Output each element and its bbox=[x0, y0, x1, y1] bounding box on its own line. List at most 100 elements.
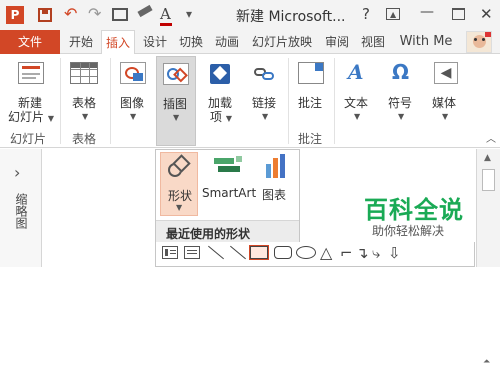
oval-shape-icon[interactable] bbox=[296, 246, 316, 259]
illustrations-icon bbox=[163, 63, 189, 85]
vertical-scrollbar[interactable]: ▲ ⏶ bbox=[476, 149, 500, 367]
rectangle-shape-icon[interactable] bbox=[250, 246, 268, 259]
customize-toolbar-dropdown-icon[interactable]: ▾ bbox=[186, 7, 192, 21]
ribbon-tabs: 文件 开始 插入 设计 切换 动画 幻灯片放映 审阅 视图 With Me bbox=[0, 30, 500, 55]
smartart-button[interactable]: SmartArt bbox=[202, 152, 256, 200]
ribbon-insert: 新建 幻灯片 ▼ 幻灯片 表格 ▼ 表格 图像 ▼ 插图 ▼ 加载 项 ▼ 链接… bbox=[0, 54, 500, 148]
table-label: 表格 bbox=[72, 96, 97, 110]
illustrations-button[interactable]: 插图 ▼ bbox=[156, 56, 196, 146]
shapes-icon bbox=[168, 154, 191, 179]
font-color-letter: A bbox=[160, 5, 171, 23]
maximize-button[interactable] bbox=[452, 8, 465, 20]
window-title: 新建 Microsoft... bbox=[236, 9, 346, 25]
user-avatar[interactable] bbox=[466, 31, 492, 53]
tab-slideshow[interactable]: 幻灯片放映 bbox=[246, 30, 318, 54]
tab-review[interactable]: 审阅 bbox=[320, 30, 354, 54]
vertical-textbox-shape-icon[interactable] bbox=[184, 246, 200, 259]
chart-label: 图表 bbox=[262, 188, 287, 202]
table-button[interactable]: 表格 ▼ bbox=[64, 56, 108, 126]
illustrations-dropdown-icon: ▼ bbox=[173, 113, 180, 122]
minimize-button[interactable]: — bbox=[420, 4, 434, 20]
links-button[interactable]: 链接 ▼ bbox=[246, 56, 286, 126]
shapes-button[interactable]: 形状 ▼ bbox=[160, 152, 198, 216]
tab-transitions[interactable]: 切换 bbox=[174, 30, 208, 54]
scroll-up-icon[interactable]: ▲ bbox=[484, 153, 491, 163]
watermark-subtitle: 助你轻松解决 bbox=[372, 224, 445, 238]
scroll-thumb[interactable] bbox=[482, 169, 495, 191]
powerpoint-logo-icon: P bbox=[6, 6, 24, 24]
watermark-title: 百科全说 bbox=[364, 196, 464, 224]
omega-icon: Ω bbox=[392, 60, 410, 84]
tab-with-me[interactable]: With Me bbox=[394, 30, 458, 54]
links-dropdown-icon: ▼ bbox=[262, 112, 269, 121]
save-icon[interactable] bbox=[38, 8, 52, 22]
right-angle-connector-icon[interactable]: ⌐ bbox=[340, 244, 353, 262]
symbols-dropdown-icon: ▼ bbox=[398, 112, 405, 121]
addins-button[interactable]: 加载 项 ▼ bbox=[202, 56, 242, 142]
arrow-line-shape-icon[interactable] bbox=[230, 245, 246, 260]
tab-design[interactable]: 设计 bbox=[138, 30, 172, 54]
recent-shapes-row: △ ⌐ ↴ ⤷ ⇩ bbox=[155, 242, 475, 267]
ribbon-display-options-icon[interactable]: ▲ bbox=[386, 8, 400, 20]
group-slides-label: 幻灯片 bbox=[10, 132, 47, 146]
tab-home[interactable]: 开始 bbox=[64, 30, 98, 54]
scroll-page-up-icon[interactable]: ⏶ bbox=[483, 357, 490, 367]
links-label: 链接 bbox=[252, 96, 277, 110]
thumbnail-pane-label: 缩略图 bbox=[14, 193, 28, 229]
close-button[interactable]: ✕ bbox=[480, 5, 493, 23]
text-button[interactable]: A 文本 ▼ bbox=[338, 56, 378, 126]
curved-connector-icon[interactable]: ⤷ bbox=[372, 244, 380, 262]
comment-button[interactable]: 批注 bbox=[292, 56, 332, 126]
text-icon: A bbox=[348, 60, 364, 84]
comment-icon bbox=[298, 62, 324, 84]
image-dropdown-icon: ▼ bbox=[130, 112, 137, 121]
image-button[interactable]: 图像 ▼ bbox=[114, 56, 152, 126]
new-slide-icon bbox=[18, 62, 44, 84]
table-dropdown-icon: ▼ bbox=[82, 112, 89, 121]
undo-icon[interactable]: ↶ bbox=[64, 4, 77, 23]
start-presentation-icon[interactable] bbox=[112, 8, 128, 21]
textbox-shape-icon[interactable] bbox=[162, 246, 178, 259]
smartart-label: SmartArt bbox=[202, 186, 257, 200]
collapse-ribbon-icon[interactable]: ︿ bbox=[486, 130, 496, 145]
text-dropdown-icon: ▼ bbox=[354, 112, 361, 121]
tab-animations[interactable]: 动画 bbox=[210, 30, 244, 54]
group-tables-label: 表格 bbox=[72, 132, 97, 146]
tab-file[interactable]: 文件 bbox=[0, 30, 60, 54]
group-comments-label: 批注 bbox=[298, 132, 323, 146]
format-painter-icon[interactable] bbox=[137, 4, 153, 18]
redo-icon[interactable]: ↷ bbox=[88, 4, 101, 23]
image-icon bbox=[120, 62, 146, 84]
chart-button[interactable]: 图表 bbox=[258, 152, 296, 202]
font-color-icon[interactable]: A bbox=[160, 5, 172, 26]
tab-view[interactable]: 视图 bbox=[356, 30, 390, 54]
thumbnail-pane: › 缩略图 bbox=[0, 149, 42, 267]
title-bar: P ↶ ↷ A ▾ 新建 Microsoft... ? ▲ — ✕ bbox=[0, 0, 500, 30]
addins-label-2: 项 ▼ bbox=[210, 110, 232, 124]
tab-insert[interactable]: 插入 bbox=[101, 30, 135, 55]
new-slide-button[interactable]: 新建 幻灯片 ▼ bbox=[2, 56, 58, 126]
expand-pane-arrow-icon[interactable]: › bbox=[14, 163, 20, 182]
help-button[interactable]: ? bbox=[362, 5, 370, 23]
comment-label: 批注 bbox=[298, 96, 323, 110]
recent-shapes-header-label: 最近使用的形状 bbox=[166, 227, 251, 241]
shapes-label: 形状 bbox=[168, 189, 193, 203]
table-icon bbox=[70, 62, 98, 84]
rounded-rectangle-shape-icon[interactable] bbox=[274, 246, 292, 259]
media-dropdown-icon: ▼ bbox=[442, 112, 449, 121]
line-shape-icon[interactable] bbox=[208, 245, 224, 260]
speaker-icon: ◀ bbox=[434, 62, 458, 84]
smartart-icon bbox=[214, 154, 242, 176]
elbow-connector-icon[interactable]: ↴ bbox=[356, 244, 369, 262]
media-button[interactable]: ◀ 媒体 ▼ bbox=[426, 56, 466, 126]
chart-icon bbox=[266, 154, 288, 178]
down-arrow-shape-icon[interactable]: ⇩ bbox=[388, 244, 401, 262]
illustrations-label: 插图 bbox=[163, 97, 188, 111]
recent-shapes-header: 最近使用的形状 bbox=[156, 220, 299, 242]
media-label: 媒体 bbox=[432, 96, 457, 110]
shapes-dropdown-icon: ▼ bbox=[176, 203, 183, 212]
text-label: 文本 bbox=[344, 96, 369, 110]
triangle-shape-icon[interactable]: △ bbox=[320, 244, 332, 262]
symbols-button[interactable]: Ω 符号 ▼ bbox=[382, 56, 422, 126]
store-icon bbox=[210, 64, 230, 84]
